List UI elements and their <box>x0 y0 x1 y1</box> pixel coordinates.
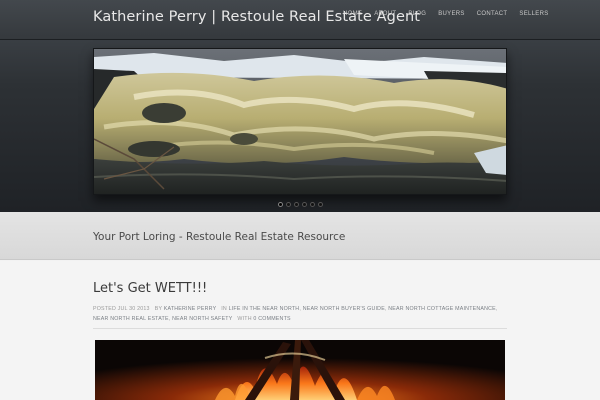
nav-item-blog[interactable]: BLOG <box>408 11 426 17</box>
nav-item-sellers[interactable]: SELLERS <box>519 11 548 17</box>
category-link[interactable]: NEAR NORTH COTTAGE MAINTENANCE <box>388 306 496 312</box>
post-title[interactable]: Let's Get WETT!!! <box>93 281 207 296</box>
category-link[interactable]: NEAR NORTH REAL ESTATE <box>93 316 169 322</box>
category-link[interactable]: LIFE IN THE NEAR NORTH <box>229 306 300 312</box>
comments-link[interactable]: 0 COMMENTS <box>253 316 290 322</box>
campfire-illustration <box>95 340 505 400</box>
slider-dot-6[interactable] <box>318 202 323 207</box>
tagline-band: Your Port Loring - Restoule Real Estate … <box>0 212 600 260</box>
post-meta: Posted JUL 30 2013 by KATHERINE PERRY in… <box>93 306 498 322</box>
slider-dot-1[interactable] <box>278 202 283 207</box>
meta-by-label: by <box>154 306 163 312</box>
nav-item-home[interactable]: HOME <box>343 11 362 17</box>
meta-divider <box>93 328 507 329</box>
slider-dot-2[interactable] <box>286 202 291 207</box>
content-area: Let's Get WETT!!! Posted JUL 30 2013 by … <box>0 261 600 400</box>
slider-dot-4[interactable] <box>302 202 307 207</box>
slider-dot-5[interactable] <box>310 202 315 207</box>
river-rapids-illustration <box>94 49 506 194</box>
nav-item-buyers[interactable]: BUYERS <box>438 11 464 17</box>
site-tagline: Your Port Loring - Restoule Real Estate … <box>93 231 346 243</box>
nav-item-about[interactable]: ABOUT <box>374 11 396 17</box>
main-nav: HOME ABOUT BLOG BUYERS CONTACT SELLERS <box>343 11 549 17</box>
post-date: JUL 30 2013 <box>117 306 150 312</box>
nav-item-contact[interactable]: CONTACT <box>477 11 508 17</box>
site-header: Katherine Perry | Restoule Real Estate A… <box>0 0 600 40</box>
category-link[interactable]: NEAR NORTH SAFETY <box>172 316 232 322</box>
post-featured-image[interactable] <box>95 340 505 400</box>
slider-dot-3[interactable] <box>294 202 299 207</box>
meta-with-label: with <box>237 315 252 322</box>
meta-posted-label: Posted <box>93 306 116 312</box>
category-link[interactable]: NEAR NORTH BUYER'S GUIDE <box>303 306 385 312</box>
meta-in-label: in <box>221 306 227 312</box>
slider-image-river-rapids[interactable] <box>93 48 507 195</box>
slider-pagination <box>278 202 323 207</box>
post-author-link[interactable]: KATHERINE PERRY <box>164 306 216 312</box>
